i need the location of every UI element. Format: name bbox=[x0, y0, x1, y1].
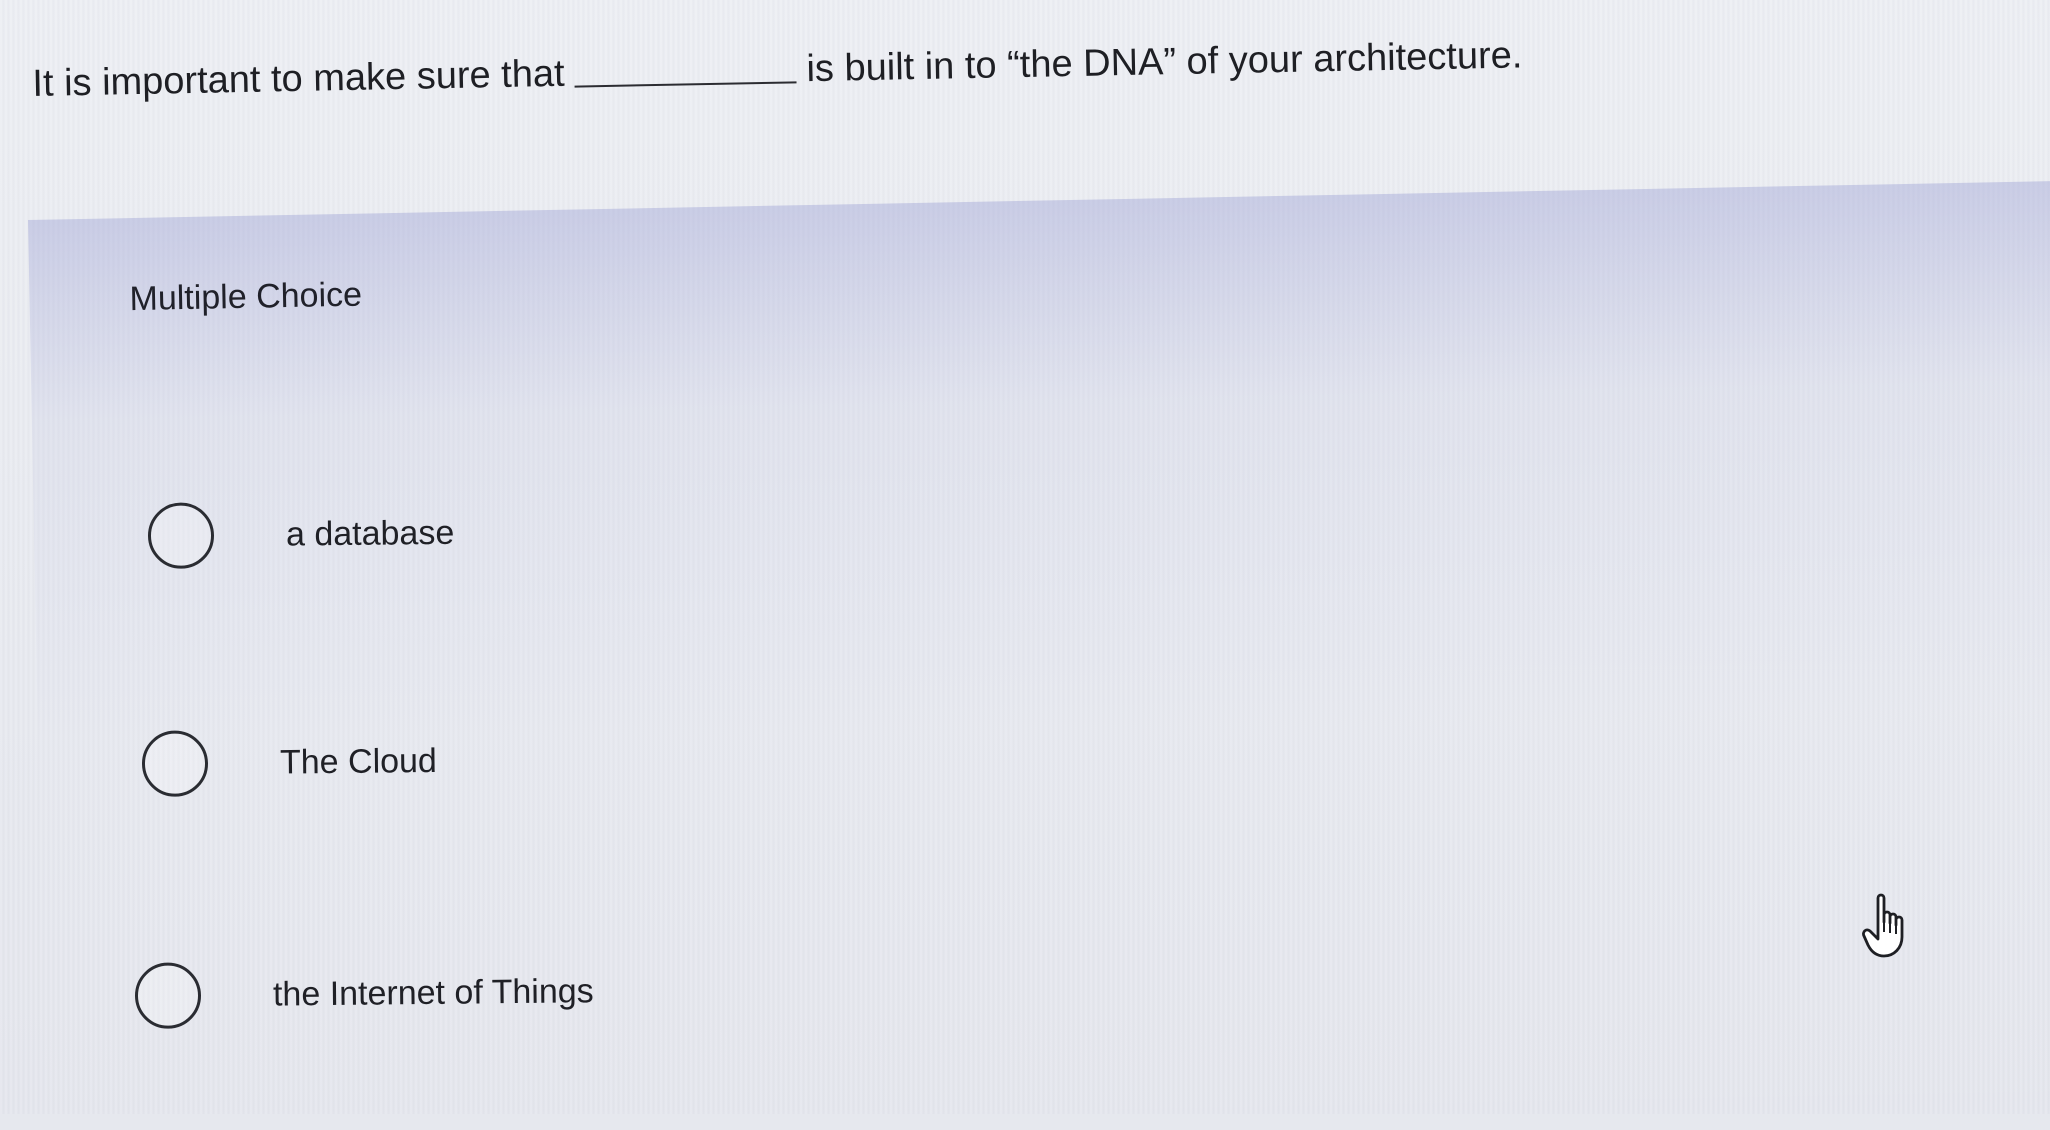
question-text-after-blank: is built in to “the DNA” of your archite… bbox=[806, 34, 1523, 91]
choice-label-a-database: a database bbox=[285, 513, 455, 554]
choice-option-the-cloud[interactable]: The Cloud bbox=[141, 728, 438, 797]
multiple-choice-label: Multiple Choice bbox=[129, 275, 363, 319]
choice-label-the-cloud: The Cloud bbox=[279, 741, 438, 782]
choice-option-internet-of-things[interactable]: the Internet of Things bbox=[134, 958, 594, 1029]
radio-button-internet-of-things[interactable] bbox=[134, 962, 202, 1029]
choice-option-a-database[interactable]: a database bbox=[147, 500, 455, 569]
question-prompt: It is important to make sure that is buil… bbox=[32, 31, 1633, 107]
radio-button-a-database[interactable] bbox=[147, 502, 215, 569]
choice-label-internet-of-things: the Internet of Things bbox=[272, 971, 594, 1014]
hand-pointer-icon bbox=[1862, 893, 1904, 958]
question-text-before-blank: It is important to make sure that bbox=[32, 52, 565, 105]
answer-blank bbox=[574, 81, 797, 88]
radio-button-the-cloud[interactable] bbox=[141, 730, 209, 797]
quiz-screen: It is important to make sure that is buil… bbox=[0, 0, 2050, 1130]
